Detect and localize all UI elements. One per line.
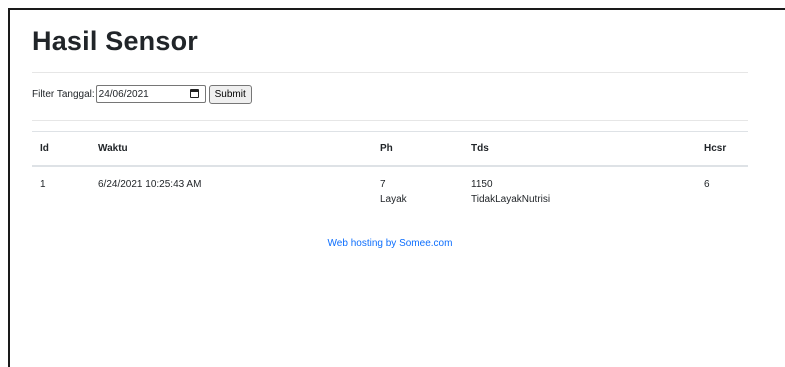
column-header-id: Id [32, 131, 90, 167]
table-row: 1 6/24/2021 10:25:43 AM 7 Layak 1150 Tid… [32, 166, 748, 215]
cell-ph: 7 Layak [372, 166, 463, 215]
table-header-row: Id Waktu Ph Tds Hcsr [32, 131, 748, 167]
cell-id: 1 [40, 179, 46, 190]
column-header-ph: Ph [372, 131, 463, 167]
date-input[interactable]: 24/06/2021 [95, 85, 206, 103]
cell-waktu: 6/24/2021 10:25:43 AM [98, 179, 202, 190]
tds-value: 1150 [471, 179, 493, 190]
submit-button[interactable]: Submit [208, 84, 252, 104]
divider [32, 72, 748, 73]
divider [32, 120, 748, 121]
column-header-tds: Tds [463, 131, 696, 167]
page-frame: Hasil Sensor Filter Tanggal: 24/06/2021 … [8, 8, 785, 367]
column-header-hcsr: Hcsr [696, 131, 748, 167]
filter-label: Filter Tanggal: [32, 88, 95, 100]
ph-value: 7 [380, 179, 386, 190]
cell-hcsr: 6 [704, 179, 710, 190]
sensor-table: Id Waktu Ph Tds Hcsr 1 6/24/2021 10:25:4… [32, 131, 748, 215]
footer: Web hosting by Somee.com [32, 238, 748, 249]
column-header-waktu: Waktu [90, 131, 372, 167]
ph-status: Layak [380, 194, 407, 205]
main-container: Hasil Sensor Filter Tanggal: 24/06/2021 … [32, 10, 748, 249]
calendar-icon[interactable] [189, 89, 199, 98]
date-input-value: 24/06/2021 [98, 88, 149, 100]
cell-tds: 1150 TidakLayakNutrisi [463, 166, 696, 215]
hosting-link[interactable]: Web hosting by Somee.com [328, 238, 453, 249]
filter-form: Filter Tanggal: 24/06/2021 Submit [32, 82, 748, 106]
page-title: Hasil Sensor [32, 26, 198, 56]
tds-status: TidakLayakNutrisi [471, 194, 551, 205]
